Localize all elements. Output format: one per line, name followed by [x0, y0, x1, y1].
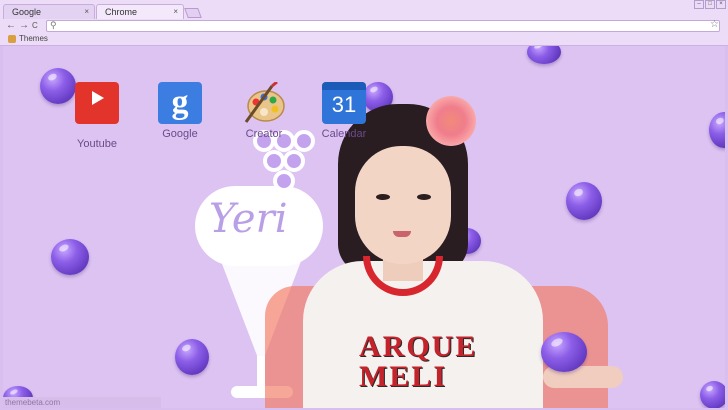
- close-tab-icon[interactable]: ×: [84, 7, 89, 16]
- star-icon[interactable]: ☆: [710, 19, 719, 30]
- shirt-line: MELI: [359, 360, 448, 393]
- portrait-face: [355, 146, 451, 264]
- bookmark-themes[interactable]: Themes: [19, 34, 48, 43]
- themes-icon: [8, 34, 16, 43]
- tab-chrome[interactable]: Chrome ×: [96, 4, 184, 19]
- browser-chrome: Google × Chrome × – □ × ← → C ⚲ ☆ Themes: [0, 0, 728, 46]
- portrait-eye: [417, 194, 431, 200]
- omnibox[interactable]: ⚲ ☆: [46, 19, 720, 32]
- search-icon: ⚲: [50, 20, 57, 30]
- google-icon: g: [158, 82, 202, 124]
- palette-icon: [242, 80, 286, 124]
- grape-decoration: [527, 46, 561, 64]
- grape-decoration: [709, 112, 725, 148]
- grape-decoration: [566, 182, 602, 220]
- bookmarks-bar: Themes: [8, 33, 48, 44]
- shortcut-calendar[interactable]: 31 Calendar: [304, 82, 384, 140]
- flower-decoration: [426, 96, 476, 146]
- shirt-lettering: ARQUE MELI: [359, 332, 519, 392]
- shortcut-label: Calendar: [321, 128, 367, 140]
- shirt-line: ARQUE: [359, 330, 478, 363]
- grape-decoration: [700, 381, 725, 408]
- calendar-glyph: 31: [331, 92, 357, 117]
- shortcut-label: Youtube: [77, 138, 117, 150]
- watermark-text: themebeta.com: [3, 397, 161, 408]
- tab-strip: Google × Chrome × – □ ×: [0, 0, 728, 19]
- shortcut-creator[interactable]: Creator: [224, 80, 304, 140]
- google-glyph: g: [171, 84, 189, 121]
- maximize-icon[interactable]: □: [705, 0, 715, 9]
- grape-decoration: [51, 239, 89, 275]
- back-button[interactable]: ←: [6, 20, 16, 31]
- youtube-icon: [75, 82, 119, 124]
- toolbar: ← → C ⚲ ☆: [0, 19, 728, 34]
- yeri-lettering: Yeri: [209, 196, 288, 242]
- grape-decoration: [541, 332, 587, 372]
- tab-google[interactable]: Google ×: [3, 4, 95, 19]
- new-tab-page: Yeri ARQUE MELI Youtube g Google Creator…: [3, 46, 725, 408]
- reload-button[interactable]: C: [32, 21, 38, 30]
- shortcut-label: Creator: [245, 128, 283, 140]
- grape-decoration: [175, 339, 209, 375]
- forward-button[interactable]: →: [19, 20, 29, 31]
- portrait-eye: [376, 194, 390, 200]
- close-window-icon[interactable]: ×: [716, 0, 726, 9]
- minimize-icon[interactable]: –: [694, 0, 704, 9]
- close-tab-icon[interactable]: ×: [173, 7, 178, 16]
- tab-label: Google: [12, 7, 42, 17]
- shortcut-youtube[interactable]: Youtube: [57, 82, 137, 150]
- shortcut-google[interactable]: g Google: [140, 82, 220, 140]
- tab-label: Chrome: [105, 7, 138, 17]
- shortcut-label: Google: [162, 128, 198, 140]
- new-tab-button[interactable]: [184, 8, 202, 18]
- window-controls: – □ ×: [694, 0, 726, 9]
- calendar-icon: 31: [322, 82, 366, 124]
